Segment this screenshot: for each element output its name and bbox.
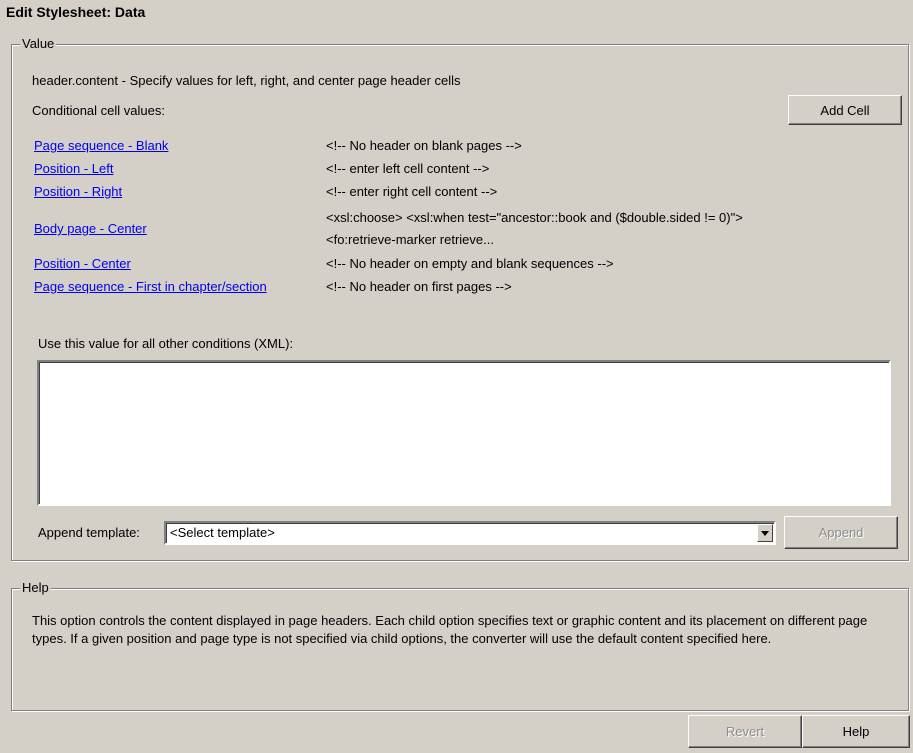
template-select[interactable]: <Select template> <box>164 521 776 545</box>
cell-condition-link[interactable]: Body page - Center <box>34 221 147 236</box>
help-group-legend: Help <box>20 580 51 595</box>
cell-condition-link[interactable]: Page sequence - Blank <box>34 138 168 153</box>
cell-value: <!-- enter right cell content --> <box>326 184 498 199</box>
option-description: header.content - Specify values for left… <box>32 73 461 88</box>
add-cell-button[interactable]: Add Cell <box>788 95 902 125</box>
template-select-value: <Select template> <box>170 525 275 540</box>
append-template-label: Append template: <box>38 525 140 540</box>
default-value-textarea[interactable] <box>37 360 891 506</box>
cell-value: <!-- enter left cell content --> <box>326 161 490 176</box>
help-group: Help <box>11 580 909 711</box>
cell-value: <xsl:choose> <xsl:when test="ancestor::b… <box>326 210 743 225</box>
cell-condition-link[interactable]: Page sequence - First in chapter/section <box>34 279 267 294</box>
cell-condition-link[interactable]: Position - Right <box>34 184 122 199</box>
cell-value-continued: <fo:retrieve-marker retrieve... <box>326 232 494 247</box>
append-button[interactable]: Append <box>784 516 898 549</box>
conditional-cells-label: Conditional cell values: <box>32 103 165 118</box>
revert-button[interactable]: Revert <box>688 715 802 748</box>
cell-value: <!-- No header on first pages --> <box>326 279 512 294</box>
cell-value: <!-- No header on empty and blank sequen… <box>326 256 614 271</box>
dialog-title: Edit Stylesheet: Data <box>6 4 146 20</box>
cell-condition-link[interactable]: Position - Center <box>34 256 131 271</box>
value-group-legend: Value <box>20 36 57 51</box>
chevron-down-icon[interactable] <box>757 524 773 542</box>
help-text: This option controls the content display… <box>32 613 868 646</box>
help-button[interactable]: Help <box>802 715 910 748</box>
cell-condition-link[interactable]: Position - Left <box>34 161 114 176</box>
default-value-label: Use this value for all other conditions … <box>38 336 294 351</box>
cell-value: <!-- No header on blank pages --> <box>326 138 522 153</box>
